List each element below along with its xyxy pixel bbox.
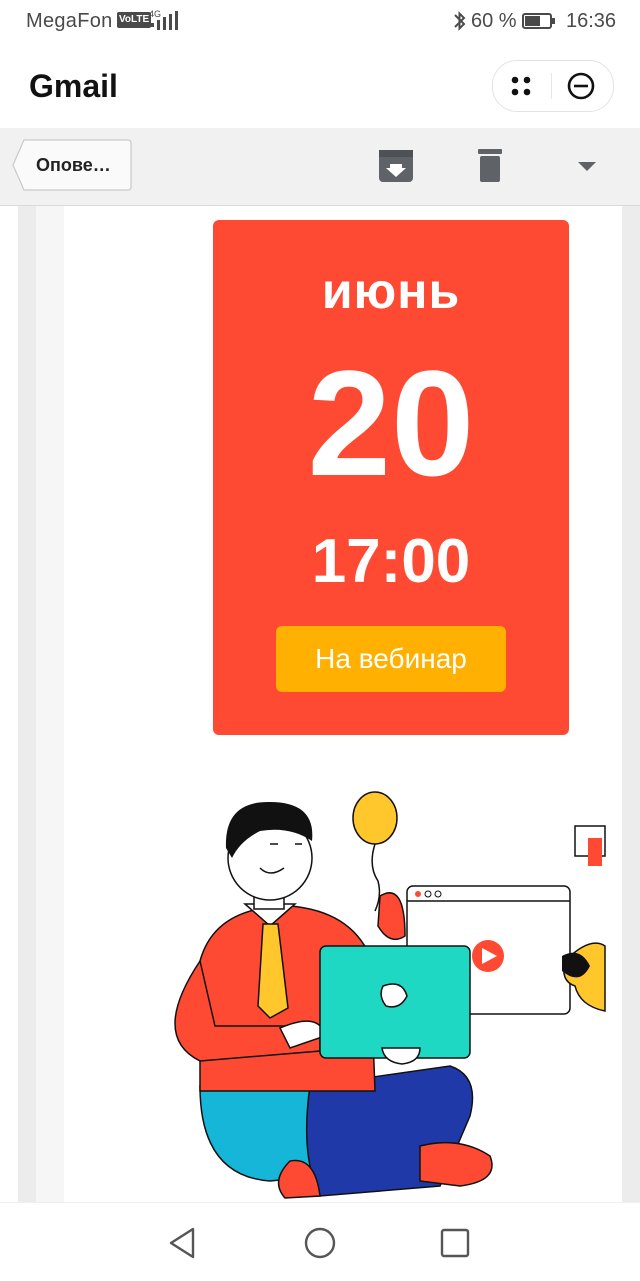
svg-text:4G: 4G xyxy=(149,9,161,19)
system-nav-bar xyxy=(0,1202,640,1281)
back-to-folder-button[interactable]: Опове… xyxy=(12,139,132,191)
status-bar: MegaFon VoLTE 4G 60 % 16:36 xyxy=(0,0,640,44)
capsule-divider xyxy=(551,73,552,99)
message-toolbar: Опове… xyxy=(0,128,640,206)
bluetooth-icon xyxy=(454,11,466,31)
back-button-label: Опове… xyxy=(36,155,111,175)
person-with-laptop-illustration xyxy=(174,791,606,1199)
left-margin xyxy=(36,206,64,1202)
archive-icon[interactable] xyxy=(376,146,416,186)
left-gutter xyxy=(18,206,36,1202)
recents-square-icon[interactable] xyxy=(433,1221,477,1265)
right-gutter xyxy=(622,206,640,1202)
mini-program-capsule xyxy=(492,60,614,112)
dropdown-arrow-icon[interactable] xyxy=(567,146,607,186)
battery-percent: 60 % xyxy=(471,10,517,32)
volte-badge: VoLTE xyxy=(117,12,152,28)
card-time: 17:00 xyxy=(311,527,471,596)
home-circle-icon[interactable] xyxy=(298,1221,342,1265)
back-triangle-icon[interactable] xyxy=(161,1221,205,1265)
app-title: Gmail xyxy=(29,68,118,104)
close-circle-icon[interactable] xyxy=(559,67,603,105)
signal-icon: 4G xyxy=(149,9,178,30)
carrier-name: MegaFon xyxy=(26,10,113,32)
join-webinar-button[interactable]: На вебинар xyxy=(276,626,506,692)
battery-icon xyxy=(522,13,555,29)
app-bar: Gmail xyxy=(0,44,640,128)
decor-squares-icon xyxy=(574,825,606,866)
email-body[interactable]: июнь 20 17:00 На вебинар xyxy=(0,206,640,1202)
more-dots-icon[interactable] xyxy=(499,67,543,105)
card-month: июнь xyxy=(321,263,461,319)
webinar-date-card: июнь 20 17:00 На вебинар xyxy=(213,220,569,735)
laptop-icon xyxy=(319,945,471,1065)
card-day: 20 xyxy=(307,339,475,507)
clock: 16:36 xyxy=(566,10,617,32)
delete-icon[interactable] xyxy=(470,146,510,186)
